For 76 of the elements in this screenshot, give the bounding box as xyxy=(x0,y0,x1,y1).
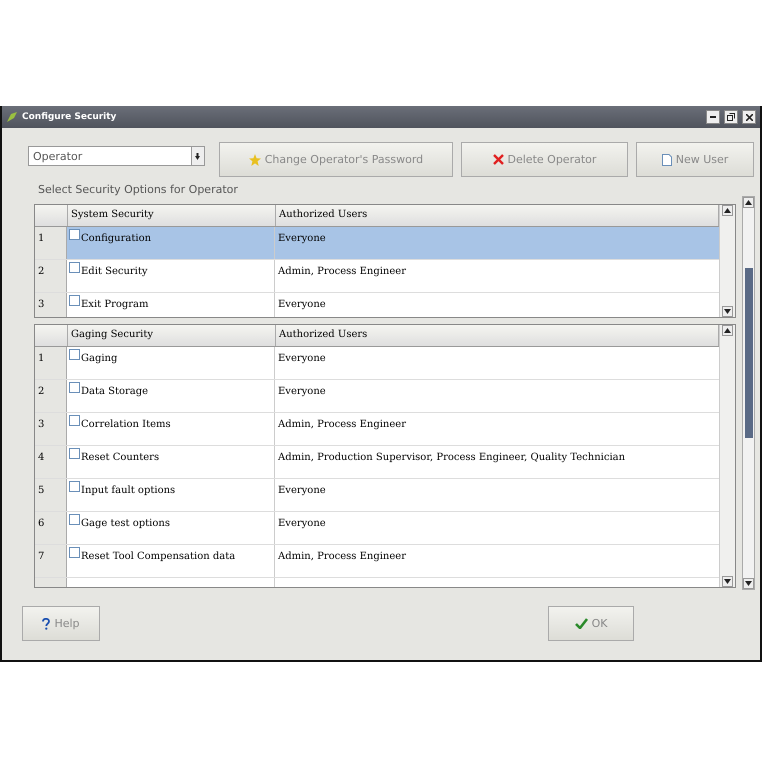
authorized-users: Everyone xyxy=(277,352,327,366)
document-icon xyxy=(662,154,672,166)
checkbox[interactable] xyxy=(69,262,80,273)
table-row[interactable]: 2 Data Storage Everyone xyxy=(35,380,719,413)
checkmark-icon xyxy=(574,618,588,629)
checkbox[interactable] xyxy=(69,448,80,459)
scrollbar[interactable] xyxy=(719,325,735,587)
authorized-users: Everyone xyxy=(277,517,327,531)
checkbox[interactable] xyxy=(69,514,80,525)
table-row[interactable]: 2 Edit Security Admin, Process Engineer xyxy=(35,260,719,293)
column-header[interactable]: Gaging Security xyxy=(68,325,276,346)
row-number: 6 xyxy=(35,512,67,544)
checkbox[interactable] xyxy=(69,481,80,492)
row-number: 2 xyxy=(35,380,67,412)
checkbox[interactable] xyxy=(69,547,80,558)
checkbox[interactable] xyxy=(69,349,80,360)
row-number: 7 xyxy=(35,545,67,577)
close-button[interactable] xyxy=(742,110,756,124)
window-title: Configure Security xyxy=(22,112,118,122)
restore-button[interactable] xyxy=(724,110,738,124)
minimize-button[interactable] xyxy=(706,110,720,124)
restore-icon xyxy=(727,113,735,121)
up-arrow-icon xyxy=(724,208,731,213)
option-name: Gage test options xyxy=(81,517,170,529)
table-row[interactable]: 7 Reset Tool Compensation data Admin, Process Engineer xyxy=(35,545,719,578)
table-row[interactable]: 4 Reset Counters Admin, Production Supervisor, Process Engineer, Quality Technician xyxy=(35,446,719,479)
up-arrow-icon xyxy=(745,200,752,205)
table-row[interactable]: 1 Configuration Everyone xyxy=(35,227,719,260)
option-name: Edit Security xyxy=(81,265,148,277)
option-name: Reset Counters xyxy=(81,451,160,463)
star-icon xyxy=(248,154,261,166)
checkbox[interactable] xyxy=(69,295,80,306)
row-number: 5 xyxy=(35,479,67,511)
authorized-users: Admin, Process Engineer xyxy=(277,265,407,279)
down-arrow-icon xyxy=(724,579,731,584)
row-number: 4 xyxy=(35,446,67,478)
option-name: Data Storage xyxy=(81,385,148,397)
down-arrow-icon xyxy=(724,309,731,314)
option-name: Reset Tool Compensation data xyxy=(81,550,236,562)
scrollbar[interactable] xyxy=(719,205,735,317)
up-arrow-icon xyxy=(724,328,731,333)
close-icon xyxy=(492,154,504,165)
authorized-users: Everyone xyxy=(277,385,327,399)
minimize-icon xyxy=(710,116,716,118)
close-icon xyxy=(746,114,752,120)
operator-dropdown[interactable]: Operator xyxy=(28,146,205,166)
scrollbar[interactable] xyxy=(742,196,755,590)
checkbox[interactable] xyxy=(69,229,80,240)
authorized-users: Everyone xyxy=(277,298,327,312)
checkbox[interactable] xyxy=(69,382,80,393)
option-name: Gaging xyxy=(81,352,118,364)
authorized-users: Everyone xyxy=(277,484,327,498)
option-name: Exit Program xyxy=(81,298,148,310)
authorized-users: Admin, Production Supervisor, Process Engineer, Quality Technician xyxy=(277,451,626,465)
down-arrow-icon xyxy=(745,581,752,586)
option-name: Correlation Items xyxy=(81,418,171,430)
options-label: Select Security Options for Operator xyxy=(38,183,239,196)
authorized-users: Admin, Process Engineer xyxy=(277,418,407,432)
table-row[interactable]: 6 Gage test options Everyone xyxy=(35,512,719,545)
row-number: 1 xyxy=(35,227,67,259)
row-number: 3 xyxy=(35,413,67,445)
authorized-users: Admin, Process Engineer xyxy=(277,550,407,564)
option-name: Configuration xyxy=(81,232,152,244)
app-icon xyxy=(6,111,18,123)
dropdown-arrow-icon xyxy=(195,152,200,160)
row-number: 2 xyxy=(35,260,67,292)
help-icon xyxy=(42,618,50,630)
row-number: 3 xyxy=(35,293,67,317)
table-row[interactable]: 5 Input fault options Everyone xyxy=(35,479,719,512)
checkbox[interactable] xyxy=(69,415,80,426)
column-header[interactable]: System Security xyxy=(68,205,276,226)
authorized-users: Everyone xyxy=(277,232,327,246)
row-number: 1 xyxy=(35,347,67,379)
option-name: Input fault options xyxy=(81,484,176,496)
table-row[interactable]: 3 Correlation Items Admin, Process Engineer xyxy=(35,413,719,446)
table-row[interactable]: 1 Gaging Everyone xyxy=(35,347,719,380)
